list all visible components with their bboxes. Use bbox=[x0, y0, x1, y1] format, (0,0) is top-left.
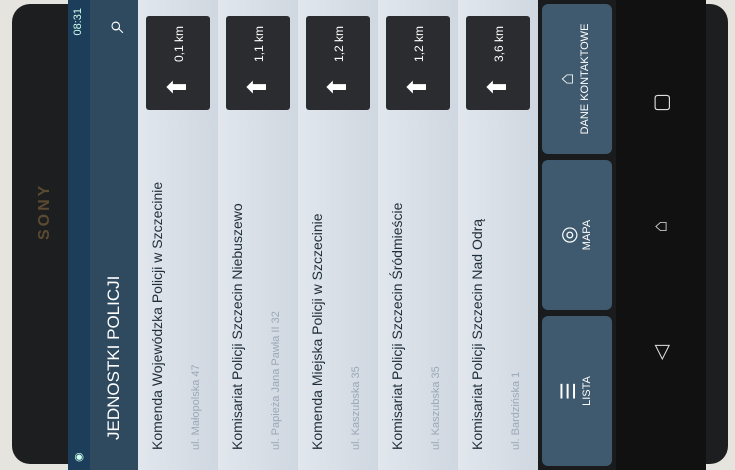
page-title: JEDNOSTKI POLICJI bbox=[104, 275, 123, 440]
tab-label: MAPA bbox=[581, 219, 593, 251]
distance-label: 0,1 km bbox=[172, 25, 186, 62]
arrow-up-icon: ⬆ bbox=[322, 76, 352, 98]
tab-lista[interactable]: ☰ LISTA bbox=[542, 316, 612, 466]
tab-dane-kontaktowe[interactable]: ⌂ DANE KONTAKTOWE bbox=[542, 4, 612, 154]
list-item[interactable]: Komisariat Policji Szczecin Niebuszewo u… bbox=[218, 0, 299, 470]
station-address: ul. Papieża Jana Pawła II 32 bbox=[270, 311, 282, 450]
arrow-up-icon: ⬆ bbox=[242, 76, 272, 98]
station-name: Komisariat Policji Szczecin Nad Odrą bbox=[469, 218, 485, 450]
distance-label: 1,1 km bbox=[252, 25, 266, 62]
station-address: ul. Bardzińska 1 bbox=[510, 371, 522, 450]
contact-icon: ⌂ bbox=[556, 72, 578, 86]
home-icon[interactable]: ⌂ bbox=[650, 212, 673, 242]
bottom-tab-bar: ☰ LISTA ◎ MAPA ⌂ DANE KONTAKTOWE bbox=[538, 0, 616, 470]
device-brand: SONY bbox=[36, 182, 53, 240]
map-icon: ◎ bbox=[558, 226, 580, 244]
search-location-icon[interactable]: ⌕ bbox=[96, 8, 132, 44]
app-screen: ◉ 08:31 JEDNOSTKI POLICJI ⌕ Komenda Woje… bbox=[68, 0, 616, 470]
list-icon: ☰ bbox=[558, 382, 580, 400]
distance-badge[interactable]: ⬆ 1,1 km bbox=[226, 16, 290, 110]
tab-mapa[interactable]: ◎ MAPA bbox=[542, 160, 612, 310]
recent-apps-icon[interactable]: ▢ bbox=[649, 88, 674, 118]
list-item[interactable]: Komenda Miejska Policji w Szczecinie ul.… bbox=[298, 0, 379, 470]
distance-badge[interactable]: ⬆ 1,2 km bbox=[306, 16, 370, 110]
distance-label: 1,2 km bbox=[412, 25, 426, 62]
distance-label: 1,2 km bbox=[332, 25, 346, 62]
distance-badge[interactable]: ⬆ 1,2 km bbox=[386, 16, 450, 110]
list-item[interactable]: Komenda Wojewódzka Policji w Szczecinie … bbox=[138, 0, 219, 470]
station-address: ul. Kaszubska 35 bbox=[430, 366, 442, 450]
station-name: Komisariat Policji Szczecin Śródmieście bbox=[389, 202, 405, 450]
status-left: ◉ bbox=[73, 452, 85, 462]
arrow-up-icon: ⬆ bbox=[482, 76, 512, 98]
arrow-up-icon: ⬆ bbox=[402, 76, 432, 98]
status-time: 08:31 bbox=[72, 8, 84, 36]
station-address: ul. Małopolska 47 bbox=[190, 364, 202, 450]
arrow-up-icon: ⬆ bbox=[162, 76, 192, 98]
system-navigation-bar: ▢ ⌂ ◁ bbox=[616, 0, 706, 470]
distance-badge[interactable]: ⬆ 0,1 km bbox=[146, 16, 210, 110]
station-name: Komenda Wojewódzka Policji w Szczecinie bbox=[149, 181, 165, 450]
station-address: ul. Kaszubska 35 bbox=[350, 366, 362, 450]
status-bar: ◉ 08:31 bbox=[68, 0, 90, 470]
distance-label: 3,6 km bbox=[492, 25, 506, 62]
tab-label: LISTA bbox=[581, 376, 593, 406]
station-name: Komenda Miejska Policji w Szczecinie bbox=[309, 213, 325, 450]
tab-label: DANE KONTAKTOWE bbox=[579, 23, 591, 135]
station-list: Komenda Wojewódzka Policji w Szczecinie … bbox=[138, 0, 539, 470]
back-icon[interactable]: ◁ bbox=[649, 338, 674, 368]
title-bar: JEDNOSTKI POLICJI ⌕ bbox=[90, 0, 138, 470]
station-name: Komisariat Policji Szczecin Niebuszewo bbox=[229, 203, 245, 450]
distance-badge[interactable]: ⬆ 3,6 km bbox=[466, 16, 530, 110]
list-item[interactable]: Komisariat Policji Szczecin Śródmieście … bbox=[378, 0, 459, 470]
list-item[interactable]: Komisariat Policji Szczecin Nad Odrą ul.… bbox=[458, 0, 539, 470]
